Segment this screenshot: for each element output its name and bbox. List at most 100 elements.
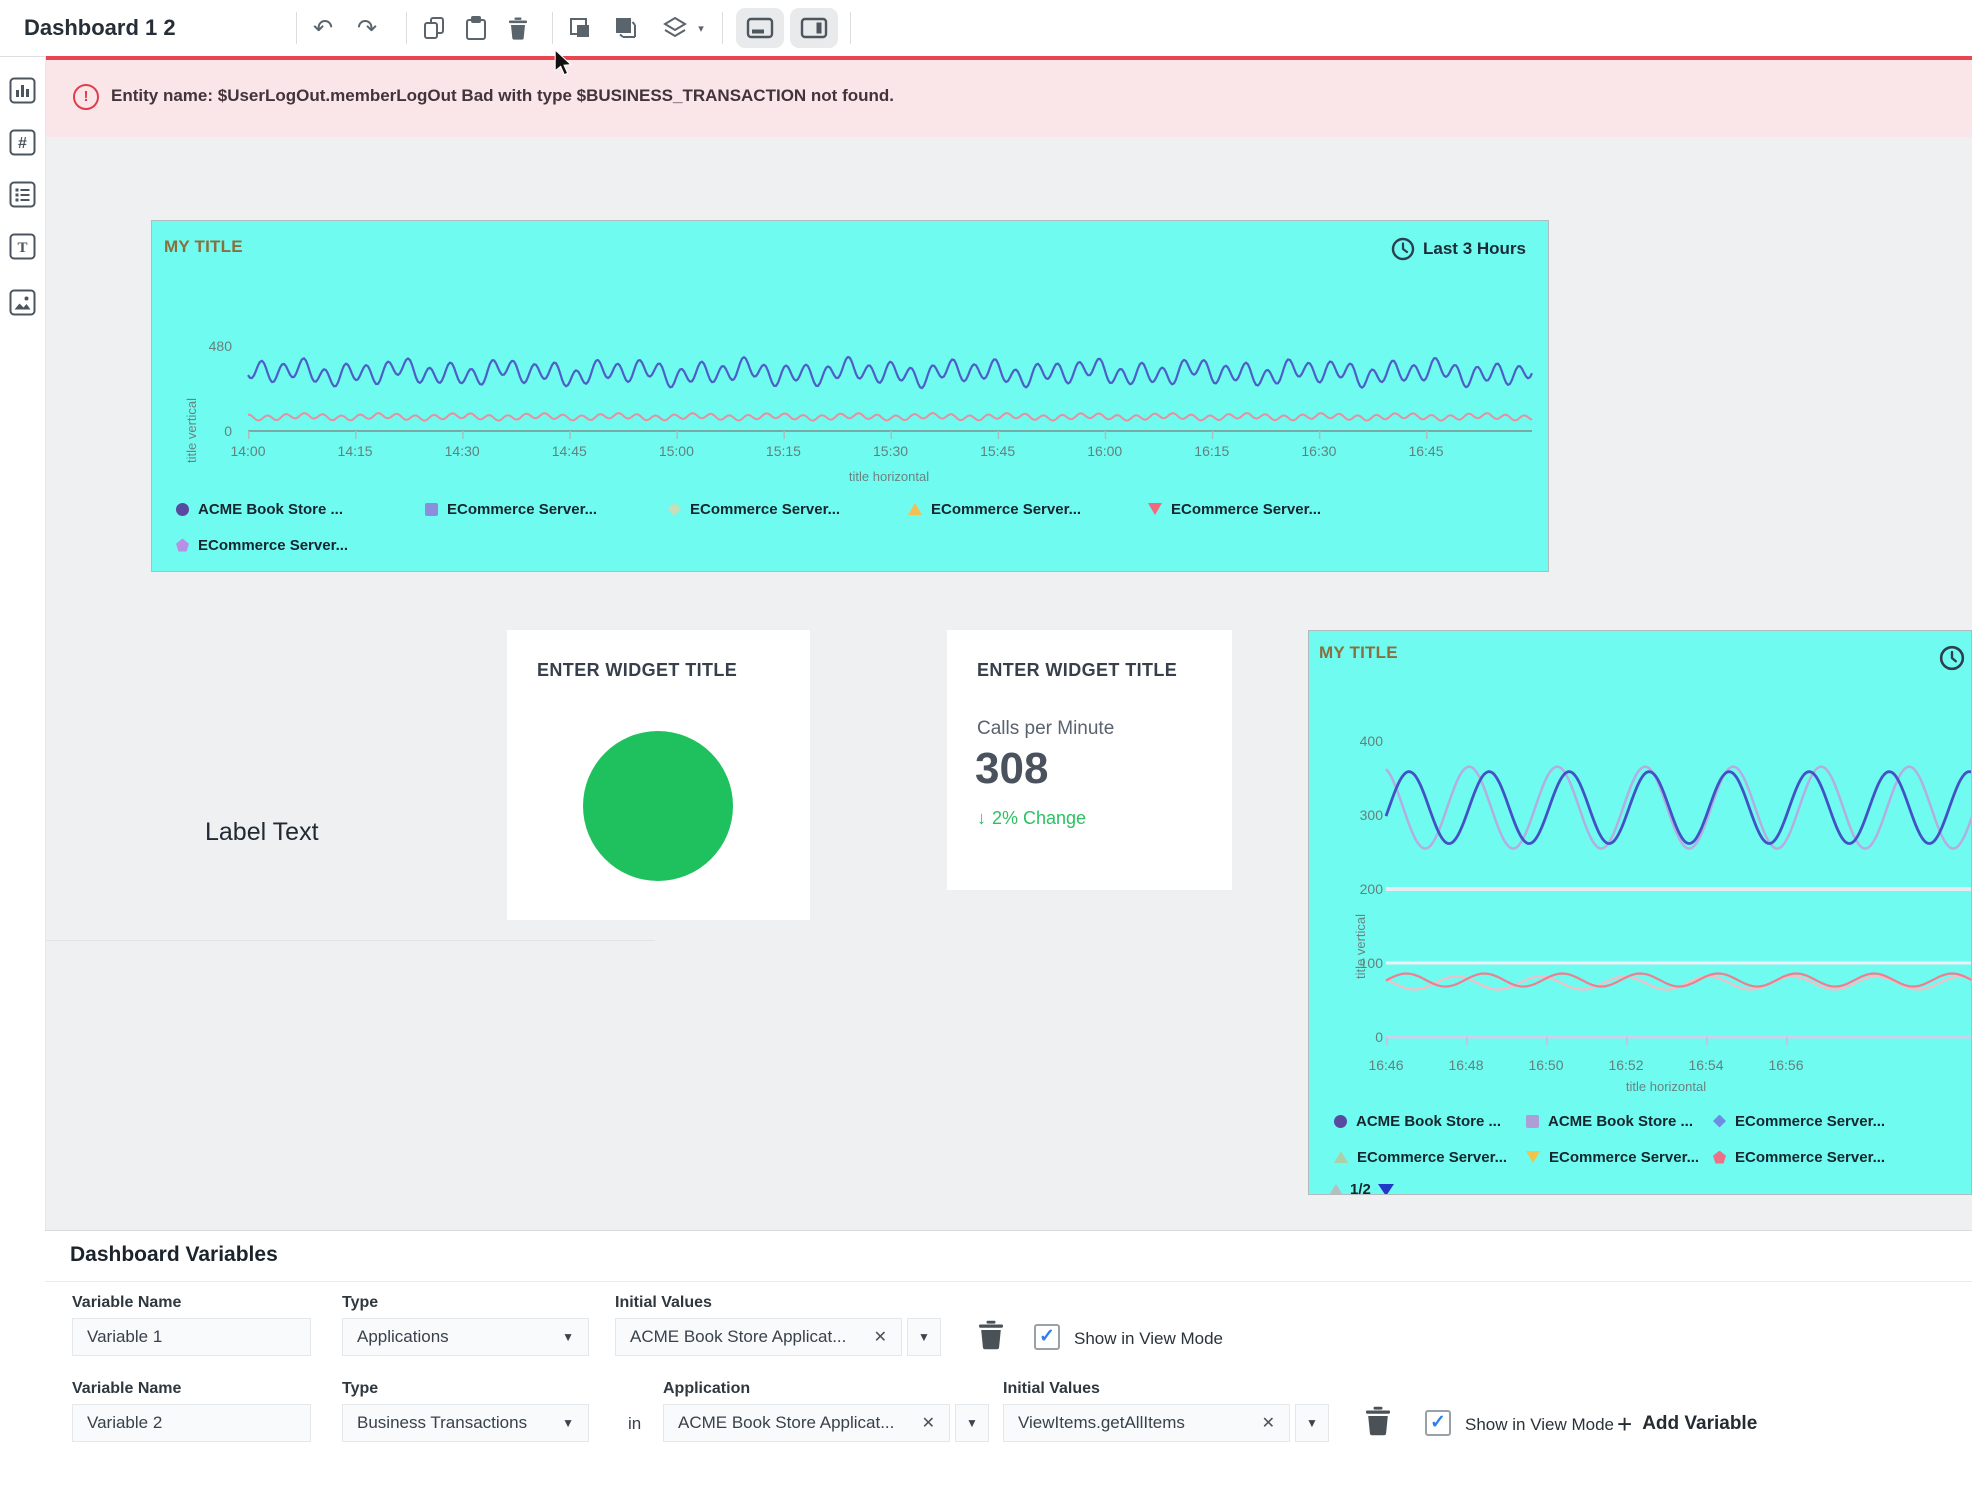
y-tick-label: 0 [1341, 1029, 1383, 1045]
initial-values-dropdown[interactable]: ▼ [1295, 1404, 1329, 1442]
timeseries-widget-1[interactable]: MY TITLE Last 3 Hours title vertical tit… [151, 220, 1549, 572]
bring-forward-icon[interactable] [560, 8, 600, 48]
number-widget-icon[interactable]: # [9, 129, 36, 156]
legend-pagination: 1/2 [1329, 1181, 1394, 1195]
pentagon-marker [176, 539, 189, 552]
application-value: ACME Book Store Applicat... [678, 1413, 894, 1433]
remove-token-icon[interactable]: ✕ [922, 1413, 935, 1433]
panel-heading: Dashboard Variables [70, 1243, 278, 1267]
initial-values-token[interactable]: ViewItems.getAllItems ✕ [1003, 1404, 1290, 1442]
dashboard-editor: { "toolbar": {"title": "Dashboard 1 2"},… [0, 0, 1972, 1484]
error-banner: ! Entity name: $UserLogOut.memberLogOut … [45, 56, 1972, 137]
initial-values-dropdown[interactable]: ▼ [907, 1318, 941, 1356]
variable-name-input[interactable]: Variable 2 [72, 1404, 311, 1442]
initial-values-token[interactable]: ACME Book Store Applicat... ✕ [615, 1318, 902, 1356]
legend-item[interactable]: ECommerce Server... [1526, 1149, 1699, 1165]
page-indicator: 1/2 [1350, 1181, 1371, 1195]
variable-name-input[interactable]: Variable 1 [72, 1318, 311, 1356]
y-tick-label: 400 [1341, 733, 1383, 749]
legend-label: ECommerce Server... [1735, 1113, 1885, 1130]
page-down-icon[interactable] [1378, 1184, 1394, 1196]
metric-widget[interactable]: ENTER WIDGET TITLE Calls per Minute 308 … [947, 630, 1232, 890]
mouse-cursor [552, 50, 574, 76]
legend-item[interactable]: ECommerce Server... [176, 537, 348, 553]
health-status-circle [583, 731, 733, 881]
diamond-marker [668, 503, 681, 516]
label-text: Label Text [205, 818, 319, 846]
show-in-view-mode-checkbox[interactable]: ✓ [1425, 1410, 1451, 1436]
toolbar-divider [406, 12, 407, 44]
toolbar-divider [552, 12, 553, 44]
layers-caret-icon[interactable]: ▾ [690, 8, 712, 48]
type-select[interactable]: Applications ▼ [342, 1318, 589, 1356]
add-variable-button[interactable]: + Add Variable [1617, 1411, 1757, 1437]
legend-item[interactable]: ECommerce Server... [425, 501, 597, 517]
remove-token-icon[interactable]: ✕ [874, 1327, 887, 1347]
type-select[interactable]: Business Transactions ▼ [342, 1404, 589, 1442]
paste-icon[interactable] [456, 8, 496, 48]
initial-value: ACME Book Store Applicat... [630, 1327, 846, 1347]
initial-values-label: Initial Values [1003, 1380, 1100, 1398]
y-tick-label: 0 [190, 423, 232, 439]
metric-change: ↓ 2% Change [977, 808, 1086, 829]
copy-icon[interactable] [414, 8, 454, 48]
redo-icon[interactable]: ↷ [347, 8, 387, 48]
layers-icon[interactable] [655, 8, 695, 48]
toolbar-divider [296, 12, 297, 44]
legend-item[interactable]: ECommerce Server... [908, 501, 1081, 517]
metric-label: Calls per Minute [977, 718, 1114, 740]
chevron-down-icon: ▼ [562, 1330, 574, 1344]
legend-item[interactable]: ACME Book Store ... [176, 501, 343, 517]
legend-label: ECommerce Server... [1357, 1149, 1507, 1166]
remove-token-icon[interactable]: ✕ [1262, 1413, 1275, 1433]
delete-icon[interactable] [498, 8, 538, 48]
application-token[interactable]: ACME Book Store Applicat... ✕ [663, 1404, 950, 1442]
x-tick-label: 14:00 [218, 443, 278, 459]
label-widget[interactable]: Label Text [205, 818, 319, 847]
legend-item[interactable]: ECommerce Server... [1334, 1149, 1507, 1165]
image-widget-icon[interactable] [9, 289, 36, 316]
chart-area: 16:4616:4816:5016:5216:5416:560100200300… [1309, 631, 1972, 1195]
layout-bottom-panel-toggle[interactable] [736, 8, 784, 48]
legend-label: ACME Book Store ... [1548, 1113, 1693, 1130]
page-up-icon[interactable] [1329, 1184, 1343, 1195]
initial-values-label: Initial Values [615, 1294, 712, 1312]
undo-icon[interactable]: ↶ [303, 8, 343, 48]
legend-item[interactable]: ECommerce Server... [668, 501, 840, 517]
show-in-view-mode-label: Show in View Mode [1074, 1329, 1223, 1349]
x-tick-label: 16:15 [1182, 443, 1242, 459]
variable-name-value: Variable 1 [87, 1327, 162, 1347]
x-tick-label: 16:45 [1396, 443, 1456, 459]
text-widget-icon[interactable]: T [9, 233, 36, 260]
initial-value: ViewItems.getAllItems [1018, 1413, 1185, 1433]
list-widget-icon[interactable] [9, 181, 36, 208]
toolbar-divider [722, 12, 723, 44]
legend-item[interactable]: ECommerce Server... [1148, 501, 1321, 517]
x-tick-label: 15:45 [968, 443, 1028, 459]
legend-item[interactable]: ACME Book Store ... [1526, 1113, 1693, 1129]
application-dropdown[interactable]: ▼ [955, 1404, 989, 1442]
delete-variable-icon[interactable] [978, 1320, 1004, 1351]
svg-text:#: # [18, 135, 27, 152]
show-in-view-mode-label: Show in View Mode [1465, 1415, 1614, 1435]
pentagon-marker [1713, 1151, 1726, 1164]
legend-item[interactable]: ECommerce Server... [1713, 1113, 1885, 1129]
chart-widget-icon[interactable] [9, 77, 36, 104]
timeseries-widget-2[interactable]: MY TITLE title vertical title horizontal… [1308, 630, 1972, 1195]
x-tick-label: 16:30 [1289, 443, 1349, 459]
x-tick-label: 16:48 [1436, 1057, 1496, 1073]
legend-label: ECommerce Server... [1549, 1149, 1699, 1166]
metric-change-label: 2% Change [992, 808, 1086, 829]
toolbar-divider [850, 12, 851, 44]
type-value: Applications [357, 1327, 449, 1347]
widget-palette-sidebar: # T [0, 56, 46, 1485]
widget-title: ENTER WIDGET TITLE [537, 660, 737, 681]
legend-item[interactable]: ACME Book Store ... [1334, 1113, 1501, 1129]
arrow-down-icon: ↓ [977, 808, 986, 829]
show-in-view-mode-checkbox[interactable]: ✓ [1034, 1324, 1060, 1350]
health-widget[interactable]: ENTER WIDGET TITLE [507, 630, 810, 920]
legend-item[interactable]: ECommerce Server... [1713, 1149, 1885, 1165]
send-backward-icon[interactable] [606, 8, 646, 48]
delete-variable-icon[interactable] [1365, 1406, 1391, 1437]
layout-right-panel-toggle[interactable] [790, 8, 838, 48]
